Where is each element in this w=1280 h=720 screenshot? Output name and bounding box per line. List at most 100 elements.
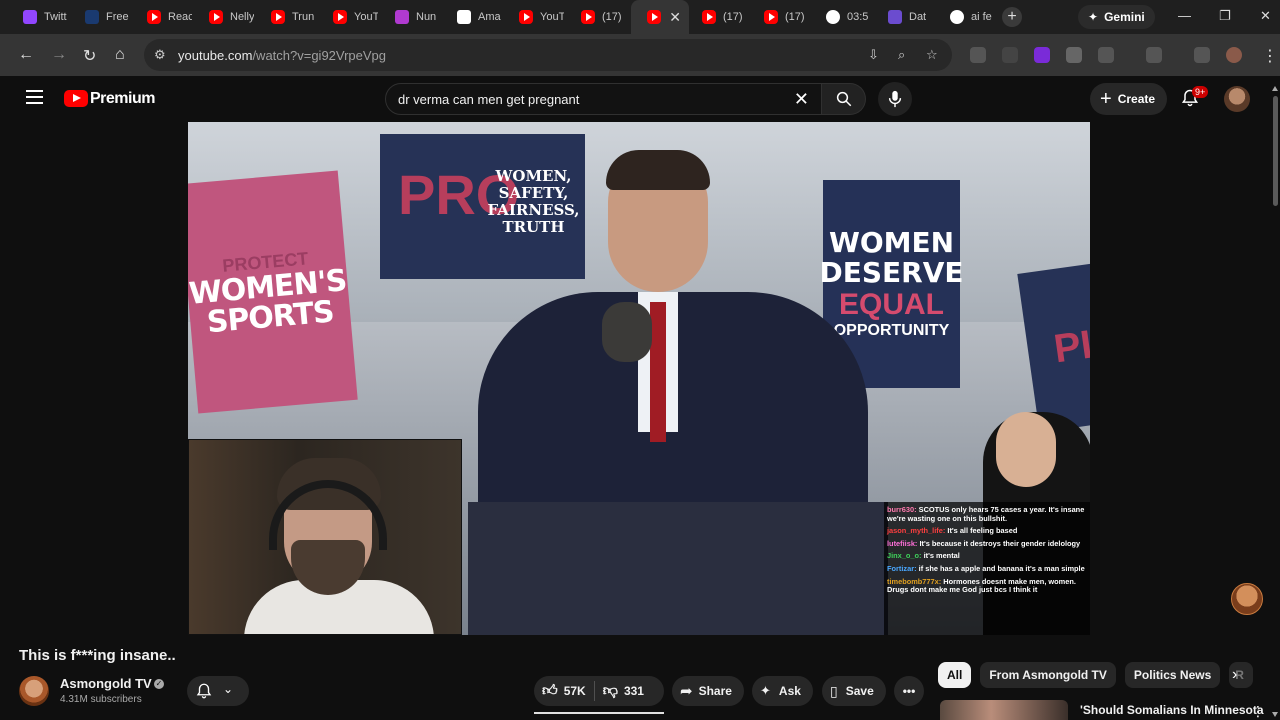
back-icon[interactable]: ← [18, 46, 34, 64]
chat-username: lutefiisk: [887, 538, 918, 548]
browser-tab[interactable]: Nun [379, 0, 440, 34]
search-query-text[interactable]: dr verma can men get pregnant [398, 92, 579, 107]
youtube-logo-icon[interactable] [64, 90, 88, 107]
youtube-icon [271, 10, 285, 24]
recommended-video-thumbnail[interactable] [940, 700, 1068, 720]
hamburger-menu-icon[interactable] [26, 90, 43, 104]
browser-tab[interactable]: ai fe [934, 0, 995, 34]
scroll-up-arrow[interactable] [1272, 86, 1278, 91]
scroll-down-arrow[interactable] [1272, 712, 1278, 717]
extension-purple-icon[interactable] [1034, 47, 1050, 63]
browser-tab[interactable]: Trun [255, 0, 316, 34]
channel-name[interactable]: Asmongold TV [60, 676, 152, 691]
share-arrow-icon: ➦ [680, 683, 693, 700]
dislike-button[interactable]: 👎︎ 331 [603, 682, 644, 700]
extensions-puzzle-icon[interactable] [1098, 47, 1114, 63]
close-window-icon[interactable]: ✕ [1260, 8, 1271, 24]
bookmark-star-icon[interactable]: ☆ [926, 47, 938, 63]
streamer-webcam-overlay [188, 439, 462, 635]
extension-glasses-icon[interactable] [970, 47, 986, 63]
save-label: Save [845, 684, 874, 698]
chat-message: jason_myth_life: It's all feeling based [887, 526, 1087, 536]
browser-menu-icon[interactable]: ⋮ [1262, 46, 1278, 66]
microphone-icon [888, 90, 902, 108]
more-actions-button[interactable]: ••• [894, 676, 924, 706]
plus-icon: + [1100, 88, 1112, 110]
extension-camera-icon[interactable] [1002, 47, 1018, 63]
home-icon[interactable]: ⌂ [115, 46, 125, 64]
browser-tab[interactable]: YouT [503, 0, 564, 34]
tab-title: Dat [909, 11, 927, 23]
browser-tab[interactable]: Nelly [193, 0, 254, 34]
reload-icon[interactable]: ↻ [83, 46, 96, 66]
chevron-right-icon[interactable]: › [1232, 666, 1237, 684]
browser-tab[interactable]: Reac [131, 0, 192, 34]
browser-tab[interactable]: Twitt [7, 0, 68, 34]
account-avatar[interactable] [1224, 86, 1250, 112]
browser-tab[interactable]: (17) [565, 0, 626, 34]
youtube-icon [333, 10, 347, 24]
search-input[interactable]: dr verma can men get pregnant ✕ [385, 83, 822, 115]
zoom-icon[interactable]: ⌕ [898, 47, 905, 63]
chat-message: burr630: SCOTUS only hears 75 cases a ye… [887, 505, 1087, 523]
browser-tab[interactable]: Ama [441, 0, 502, 34]
tab-close-icon[interactable]: ✕ [669, 9, 681, 26]
chat-message: Jinx_o_o: it's mental [887, 552, 1087, 561]
url-text[interactable]: youtube.com/watch?v=gi92VrpeVpg [178, 48, 386, 63]
gemini-label: Gemini [1104, 10, 1145, 24]
filter-chip[interactable]: Politics News [1124, 662, 1221, 688]
twitch-icon [23, 10, 37, 24]
browser-tab[interactable]: 03:5 [810, 0, 871, 34]
address-bar[interactable]: ⚙ youtube.com/watch?v=gi92VrpeVpg ⇩ ⌕ ☆ [144, 39, 952, 71]
video-player[interactable]: PROTECT WOMEN'S SPORTS PRO WOMEN, SAFETY… [188, 122, 1090, 635]
channel-watermark-avatar[interactable] [1231, 583, 1263, 615]
site-info-icon[interactable]: ⚙ [154, 47, 170, 63]
minimize-icon[interactable]: — [1178, 8, 1191, 23]
tab-title: Free [106, 11, 129, 23]
scrollbar-thumb[interactable] [1273, 96, 1278, 206]
share-button[interactable]: ➦ Share [672, 676, 744, 706]
forward-icon[interactable]: → [51, 46, 67, 64]
tab-title: (17) [723, 11, 743, 23]
gemini-button[interactable]: ✦ Gemini [1078, 5, 1155, 29]
like-button[interactable]: 👍︎ 57K [534, 682, 586, 700]
chat-message: Fortizar: if she has a apple and banana … [887, 564, 1087, 574]
subscriber-count: 4.31M subscribers [60, 694, 142, 705]
profile-avatar-icon[interactable] [1226, 47, 1242, 63]
ask-label: Ask [778, 684, 801, 698]
browser-tab[interactable]: (17) [748, 0, 809, 34]
background-woman-head [996, 412, 1056, 487]
bell-icon [196, 683, 212, 699]
new-tab-button[interactable]: + [1002, 7, 1022, 27]
browser-tab[interactable]: Free [69, 0, 130, 34]
chat-message: lutefiisk: It's because it destroys thei… [887, 538, 1087, 549]
browser-tab[interactable]: Dat [872, 0, 933, 34]
search-button[interactable] [822, 83, 866, 115]
filter-chip[interactable]: All [938, 662, 972, 688]
browser-tab[interactable]: YouT [317, 0, 378, 34]
tab-title: Trun [292, 11, 315, 23]
tab-title: Reac [168, 11, 192, 23]
subscription-bell-button[interactable]: ⌄ [187, 676, 249, 706]
like-ratio-bar [534, 712, 664, 714]
recommended-video-title[interactable]: 'Should Somalians In Minnesota [1080, 703, 1264, 717]
clear-search-icon[interactable]: ✕ [794, 89, 809, 110]
browser-tab[interactable]: ✕ [631, 0, 689, 34]
youtube-icon [647, 10, 661, 24]
youtube-premium-brand[interactable]: Premium [90, 90, 155, 108]
install-app-icon[interactable]: ⇩ [868, 47, 879, 63]
channel-avatar[interactable] [19, 676, 49, 706]
filter-chip[interactable]: From Asmongold TV [980, 662, 1116, 688]
extension-shield-icon[interactable] [1066, 47, 1082, 63]
google-icon [950, 10, 964, 24]
browser-tab[interactable]: (17) [686, 0, 747, 34]
sidepanel-icon[interactable] [1146, 47, 1162, 63]
chat-text: It's all feeling based [947, 526, 1018, 536]
media-controls-icon[interactable] [1194, 47, 1210, 63]
maximize-icon[interactable]: ❐ [1219, 8, 1231, 24]
save-button[interactable]: ▯ Save [822, 676, 886, 706]
voice-search-button[interactable] [878, 82, 912, 116]
create-button[interactable]: + Create [1090, 83, 1168, 115]
recommended-more-icon[interactable]: ⋮ [1251, 703, 1265, 720]
ask-button[interactable]: ✦ Ask [752, 676, 813, 706]
